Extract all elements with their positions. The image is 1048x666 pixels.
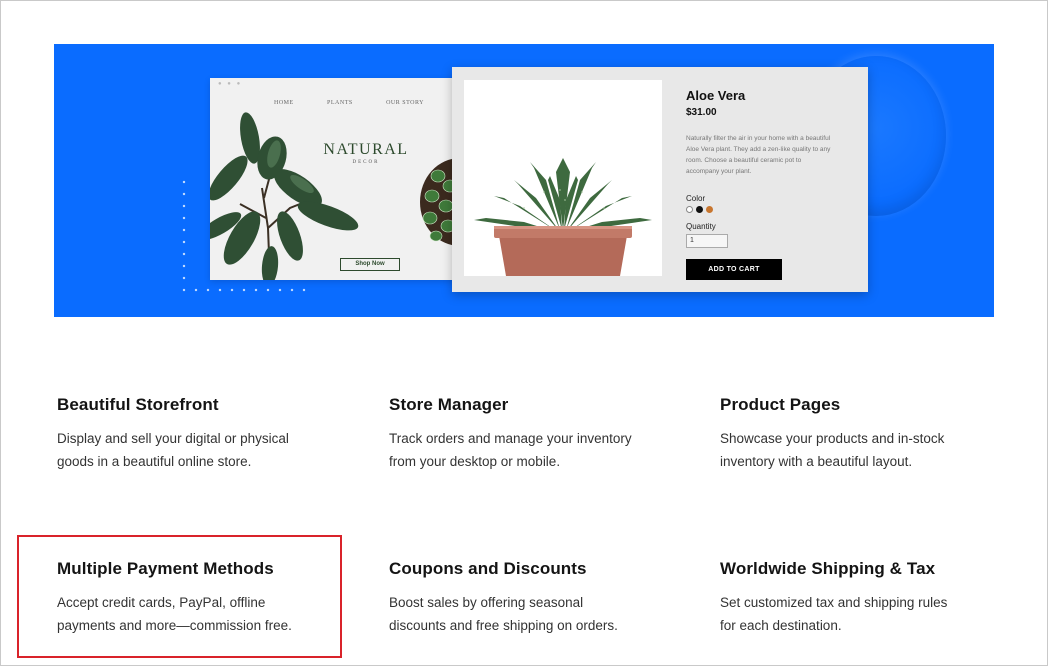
feature-beautiful-storefront: Beautiful Storefront Display and sell yo…: [57, 395, 347, 473]
feature-worldwide-shipping-tax: Worldwide Shipping & Tax Set customized …: [720, 559, 1010, 637]
feature-title: Beautiful Storefront: [57, 395, 219, 414]
decorative-dots: [178, 284, 310, 298]
feature-coupons-and-discounts: Coupons and Discounts Boost sales by off…: [389, 559, 679, 637]
storefront-preview: ● ● ● HOME PLANTS OUR STORY NATURAL DECO…: [210, 78, 460, 280]
feature-description: Showcase your products and in-stock inven…: [720, 431, 945, 469]
product-preview-card: Aloe Vera $31.00 Naturally filter the ai…: [452, 67, 868, 292]
storefront-subtitle: DECOR: [352, 160, 380, 165]
window-dots-icon: ● ● ●: [218, 81, 243, 87]
highlight-box: [17, 535, 342, 658]
product-description: Naturally filter the air in your home wi…: [686, 135, 831, 175]
color-swatch-black[interactable]: [696, 206, 703, 213]
feature-description: Boost sales by offering seasonal discount…: [389, 595, 618, 633]
feature-title: Coupons and Discounts: [389, 559, 587, 578]
storefront-nav-plants[interactable]: PLANTS: [327, 100, 353, 106]
feature-title: Store Manager: [389, 395, 509, 414]
storefront-nav: HOME PLANTS OUR STORY: [274, 100, 424, 106]
feature-title: Worldwide Shipping & Tax: [720, 559, 936, 578]
storefront-nav-home[interactable]: HOME: [274, 100, 294, 106]
storefront-nav-our-story[interactable]: OUR STORY: [386, 100, 424, 106]
hero-banner: ● ● ● HOME PLANTS OUR STORY NATURAL DECO…: [54, 44, 994, 317]
storefront-title: NATURAL: [323, 141, 409, 158]
quantity-label: Quantity: [686, 222, 716, 231]
feature-product-pages: Product Pages Showcase your products and…: [720, 395, 1010, 473]
product-price: $31.00: [686, 107, 717, 118]
feature-title: Product Pages: [720, 395, 841, 414]
aloe-vera-image: [474, 158, 652, 276]
add-to-cart-button[interactable]: ADD TO CART: [686, 259, 782, 280]
color-swatch-white[interactable]: [686, 206, 693, 213]
rubber-plant-image: [210, 112, 359, 280]
color-label: Color: [686, 194, 706, 203]
product-image: [464, 80, 662, 276]
feature-description: Set customized tax and shipping rules for…: [720, 595, 948, 633]
quantity-input[interactable]: 1: [686, 234, 728, 248]
feature-description: Track orders and manage your inventory fr…: [389, 431, 632, 469]
product-name: Aloe Vera: [686, 88, 746, 103]
feature-description: Display and sell your digital or physica…: [57, 431, 289, 469]
color-swatch-terracotta[interactable]: [706, 206, 713, 213]
decorative-dots: [178, 176, 192, 288]
feature-store-manager: Store Manager Track orders and manage yo…: [389, 395, 679, 473]
shop-now-button[interactable]: Shop Now: [340, 258, 400, 271]
color-swatches: [686, 206, 713, 213]
